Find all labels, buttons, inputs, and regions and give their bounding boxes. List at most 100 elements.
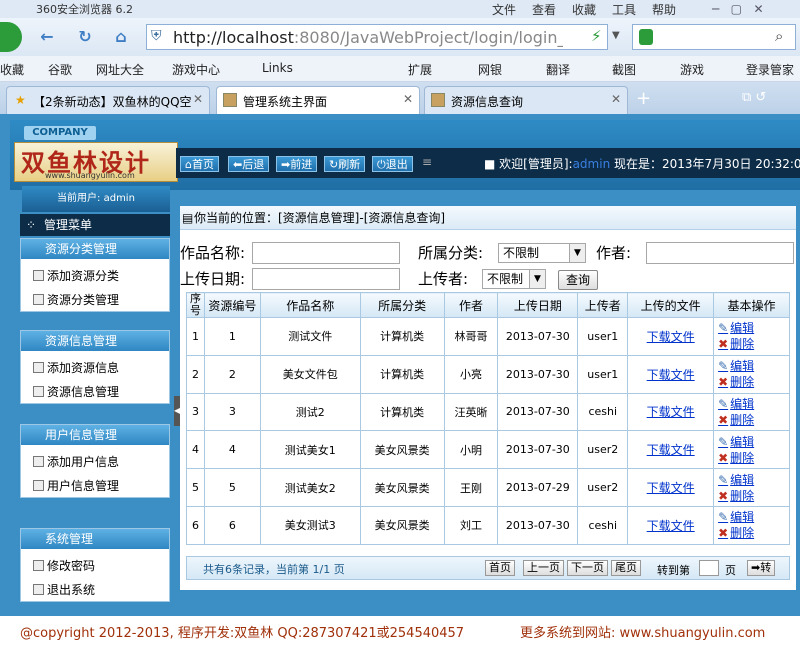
menu-add-user-info[interactable]: 添加用户信息 xyxy=(29,453,119,470)
delete-link[interactable]: 删除 xyxy=(718,525,789,541)
menu-tools[interactable]: 工具 xyxy=(612,1,636,18)
col-uploader: 上传者 xyxy=(577,292,629,318)
close-icon[interactable]: ✕ xyxy=(193,92,203,106)
window-controls[interactable]: ─ ▢ ✕ xyxy=(712,2,792,16)
nav-home-button[interactable]: ⌂首页 xyxy=(180,156,219,172)
refresh-icon[interactable]: ↻ xyxy=(72,24,98,50)
prev-page-button[interactable]: 上一页 xyxy=(523,560,564,576)
name-input[interactable] xyxy=(252,242,400,264)
bookmark-links[interactable]: Links xyxy=(262,61,293,75)
close-icon[interactable]: ✕ xyxy=(403,92,413,106)
main-content: ▤ 你当前的位置：[资源信息管理]-[资源信息查询] 作品名称: 所属分类: 不限… xyxy=(180,206,796,590)
menu-change-password[interactable]: 修改密码 xyxy=(29,557,95,574)
edit-link[interactable]: 编辑 xyxy=(718,472,789,488)
lightning-icon[interactable]: ⚡ xyxy=(591,27,602,45)
menu-manage-resource-info[interactable]: 资源信息管理 xyxy=(29,383,119,400)
url-dropdown-icon[interactable]: ▼ xyxy=(612,30,620,41)
back-arrow-icon[interactable]: ← xyxy=(34,24,60,50)
menu-manage-user-info[interactable]: 用户信息管理 xyxy=(29,477,119,494)
edit-link[interactable]: 编辑 xyxy=(718,358,789,374)
toolbar-online-banking[interactable]: 网银 xyxy=(478,61,502,78)
cell-resource-id: 2 xyxy=(203,354,261,394)
menu-add-resource-info[interactable]: 添加资源信息 xyxy=(29,359,119,376)
uploader-select[interactable]: 不限制 ▼ xyxy=(482,269,546,289)
download-link[interactable]: 下载文件 xyxy=(647,330,695,344)
cell-index: 1 xyxy=(186,317,205,356)
site-logo[interactable]: 双鱼林设计 www.shuangyulin.com xyxy=(14,142,178,182)
download-link[interactable]: 下载文件 xyxy=(647,481,695,495)
group-header[interactable]: 系统管理 xyxy=(21,529,169,549)
toolbar-extensions[interactable]: 扩展 xyxy=(408,61,432,78)
download-link[interactable]: 下载文件 xyxy=(647,443,695,457)
tab-qq-space[interactable]: ★ 【2条新动态】双鱼林的QQ空 ✕ xyxy=(6,86,210,114)
bookmark-web-directory[interactable]: 网址大全 xyxy=(96,61,144,78)
date-input[interactable] xyxy=(252,268,400,290)
cell-uploader: user2 xyxy=(577,468,629,507)
url-text: http://localhost:8080/JavaWebProject/log… xyxy=(173,28,563,47)
col-resource-id: 资源编号 xyxy=(203,292,261,318)
nav-back-button[interactable]: ⬅后退 xyxy=(228,156,270,172)
toolbar-login-manager[interactable]: 登录管家 xyxy=(746,61,794,78)
download-link[interactable]: 下载文件 xyxy=(647,368,695,382)
toolbar-games[interactable]: 游戏 xyxy=(680,61,704,78)
edit-link[interactable]: 编辑 xyxy=(718,396,789,412)
menu-help[interactable]: 帮助 xyxy=(652,1,676,18)
group-header[interactable]: 用户信息管理 xyxy=(21,425,169,445)
cell-resource-id: 1 xyxy=(203,317,261,356)
cell-actions: 编辑删除 xyxy=(713,430,790,470)
pager-summary: 共有6条记录，当前第 1/1 页 xyxy=(203,563,345,576)
edit-link[interactable]: 编辑 xyxy=(718,509,789,525)
menu-add-resource-category[interactable]: 添加资源分类 xyxy=(29,267,119,284)
nav-forward-button[interactable]: ➡前进 xyxy=(276,156,318,172)
cell-uploader: user1 xyxy=(577,354,629,394)
group-header[interactable]: 资源信息管理 xyxy=(21,331,169,351)
nav-refresh-button[interactable]: ↻刷新 xyxy=(324,156,366,172)
tab-main-interface[interactable]: 管理系统主界面 ✕ xyxy=(216,86,420,114)
divider-icon: ≡ xyxy=(422,155,433,169)
search-input[interactable]: ⌕ xyxy=(632,24,796,50)
next-page-button[interactable]: 下一页 xyxy=(567,560,608,576)
delete-link[interactable]: 删除 xyxy=(718,488,789,504)
first-page-button[interactable]: 首页 xyxy=(485,560,515,576)
toolbar-translate[interactable]: 翻译 xyxy=(546,61,570,78)
menu-view[interactable]: 查看 xyxy=(532,1,556,18)
url-input[interactable]: ⛨ http://localhost:8080/JavaWebProject/l… xyxy=(146,24,608,50)
group-header[interactable]: 资源分类管理 xyxy=(21,239,169,259)
last-page-button[interactable]: 尾页 xyxy=(611,560,641,576)
tab-options-icon[interactable]: ⧉ ↺ xyxy=(742,90,766,105)
close-icon[interactable]: ✕ xyxy=(611,92,621,106)
home-icon[interactable]: ⌂ xyxy=(108,24,134,50)
bookmark-favorites[interactable]: 收藏 xyxy=(0,61,24,78)
delete-link[interactable]: 删除 xyxy=(718,336,789,352)
cell-file: 下载文件 xyxy=(627,354,715,394)
search-icon[interactable]: ⌕ xyxy=(775,27,783,45)
menu-manage-resource-category[interactable]: 资源分类管理 xyxy=(29,291,119,308)
edit-link[interactable]: 编辑 xyxy=(718,434,789,450)
delete-link[interactable]: 删除 xyxy=(718,450,789,466)
menu-favorites[interactable]: 收藏 xyxy=(572,1,596,18)
query-button[interactable]: 查询 xyxy=(558,270,598,290)
cell-category: 美女风景类 xyxy=(359,468,445,507)
new-tab-icon[interactable]: + xyxy=(636,88,651,109)
cell-file: 下载文件 xyxy=(627,430,715,470)
nav-logout-button[interactable]: ⏻退出 xyxy=(372,156,413,172)
download-link[interactable]: 下载文件 xyxy=(647,519,695,533)
toolbar-screenshot[interactable]: 截图 xyxy=(612,61,636,78)
bookmark-google[interactable]: 谷歌 xyxy=(48,61,72,78)
more-systems-link[interactable]: 更多系统到网站: www.shuangyulin.com xyxy=(520,622,765,641)
download-link[interactable]: 下载文件 xyxy=(647,405,695,419)
delete-link[interactable]: 删除 xyxy=(718,374,789,390)
menu-file[interactable]: 文件 xyxy=(492,1,516,18)
page-number-input[interactable] xyxy=(699,560,719,576)
menu-logout-system[interactable]: 退出系统 xyxy=(29,581,95,598)
go-button[interactable]: ➡转 xyxy=(747,560,776,576)
bookmark-game-center[interactable]: 游戏中心 xyxy=(172,61,220,78)
category-select[interactable]: 不限制 ▼ xyxy=(498,243,586,263)
cell-work-name: 测试美女2 xyxy=(259,468,361,507)
cell-upload-date: 2013-07-30 xyxy=(497,317,579,356)
author-input[interactable] xyxy=(646,242,794,264)
edit-link[interactable]: 编辑 xyxy=(718,320,789,336)
tab-resource-query[interactable]: 资源信息查询 ✕ xyxy=(424,86,628,114)
delete-link[interactable]: 删除 xyxy=(718,412,789,428)
collapse-sidebar-icon[interactable]: ◀ xyxy=(174,396,180,426)
